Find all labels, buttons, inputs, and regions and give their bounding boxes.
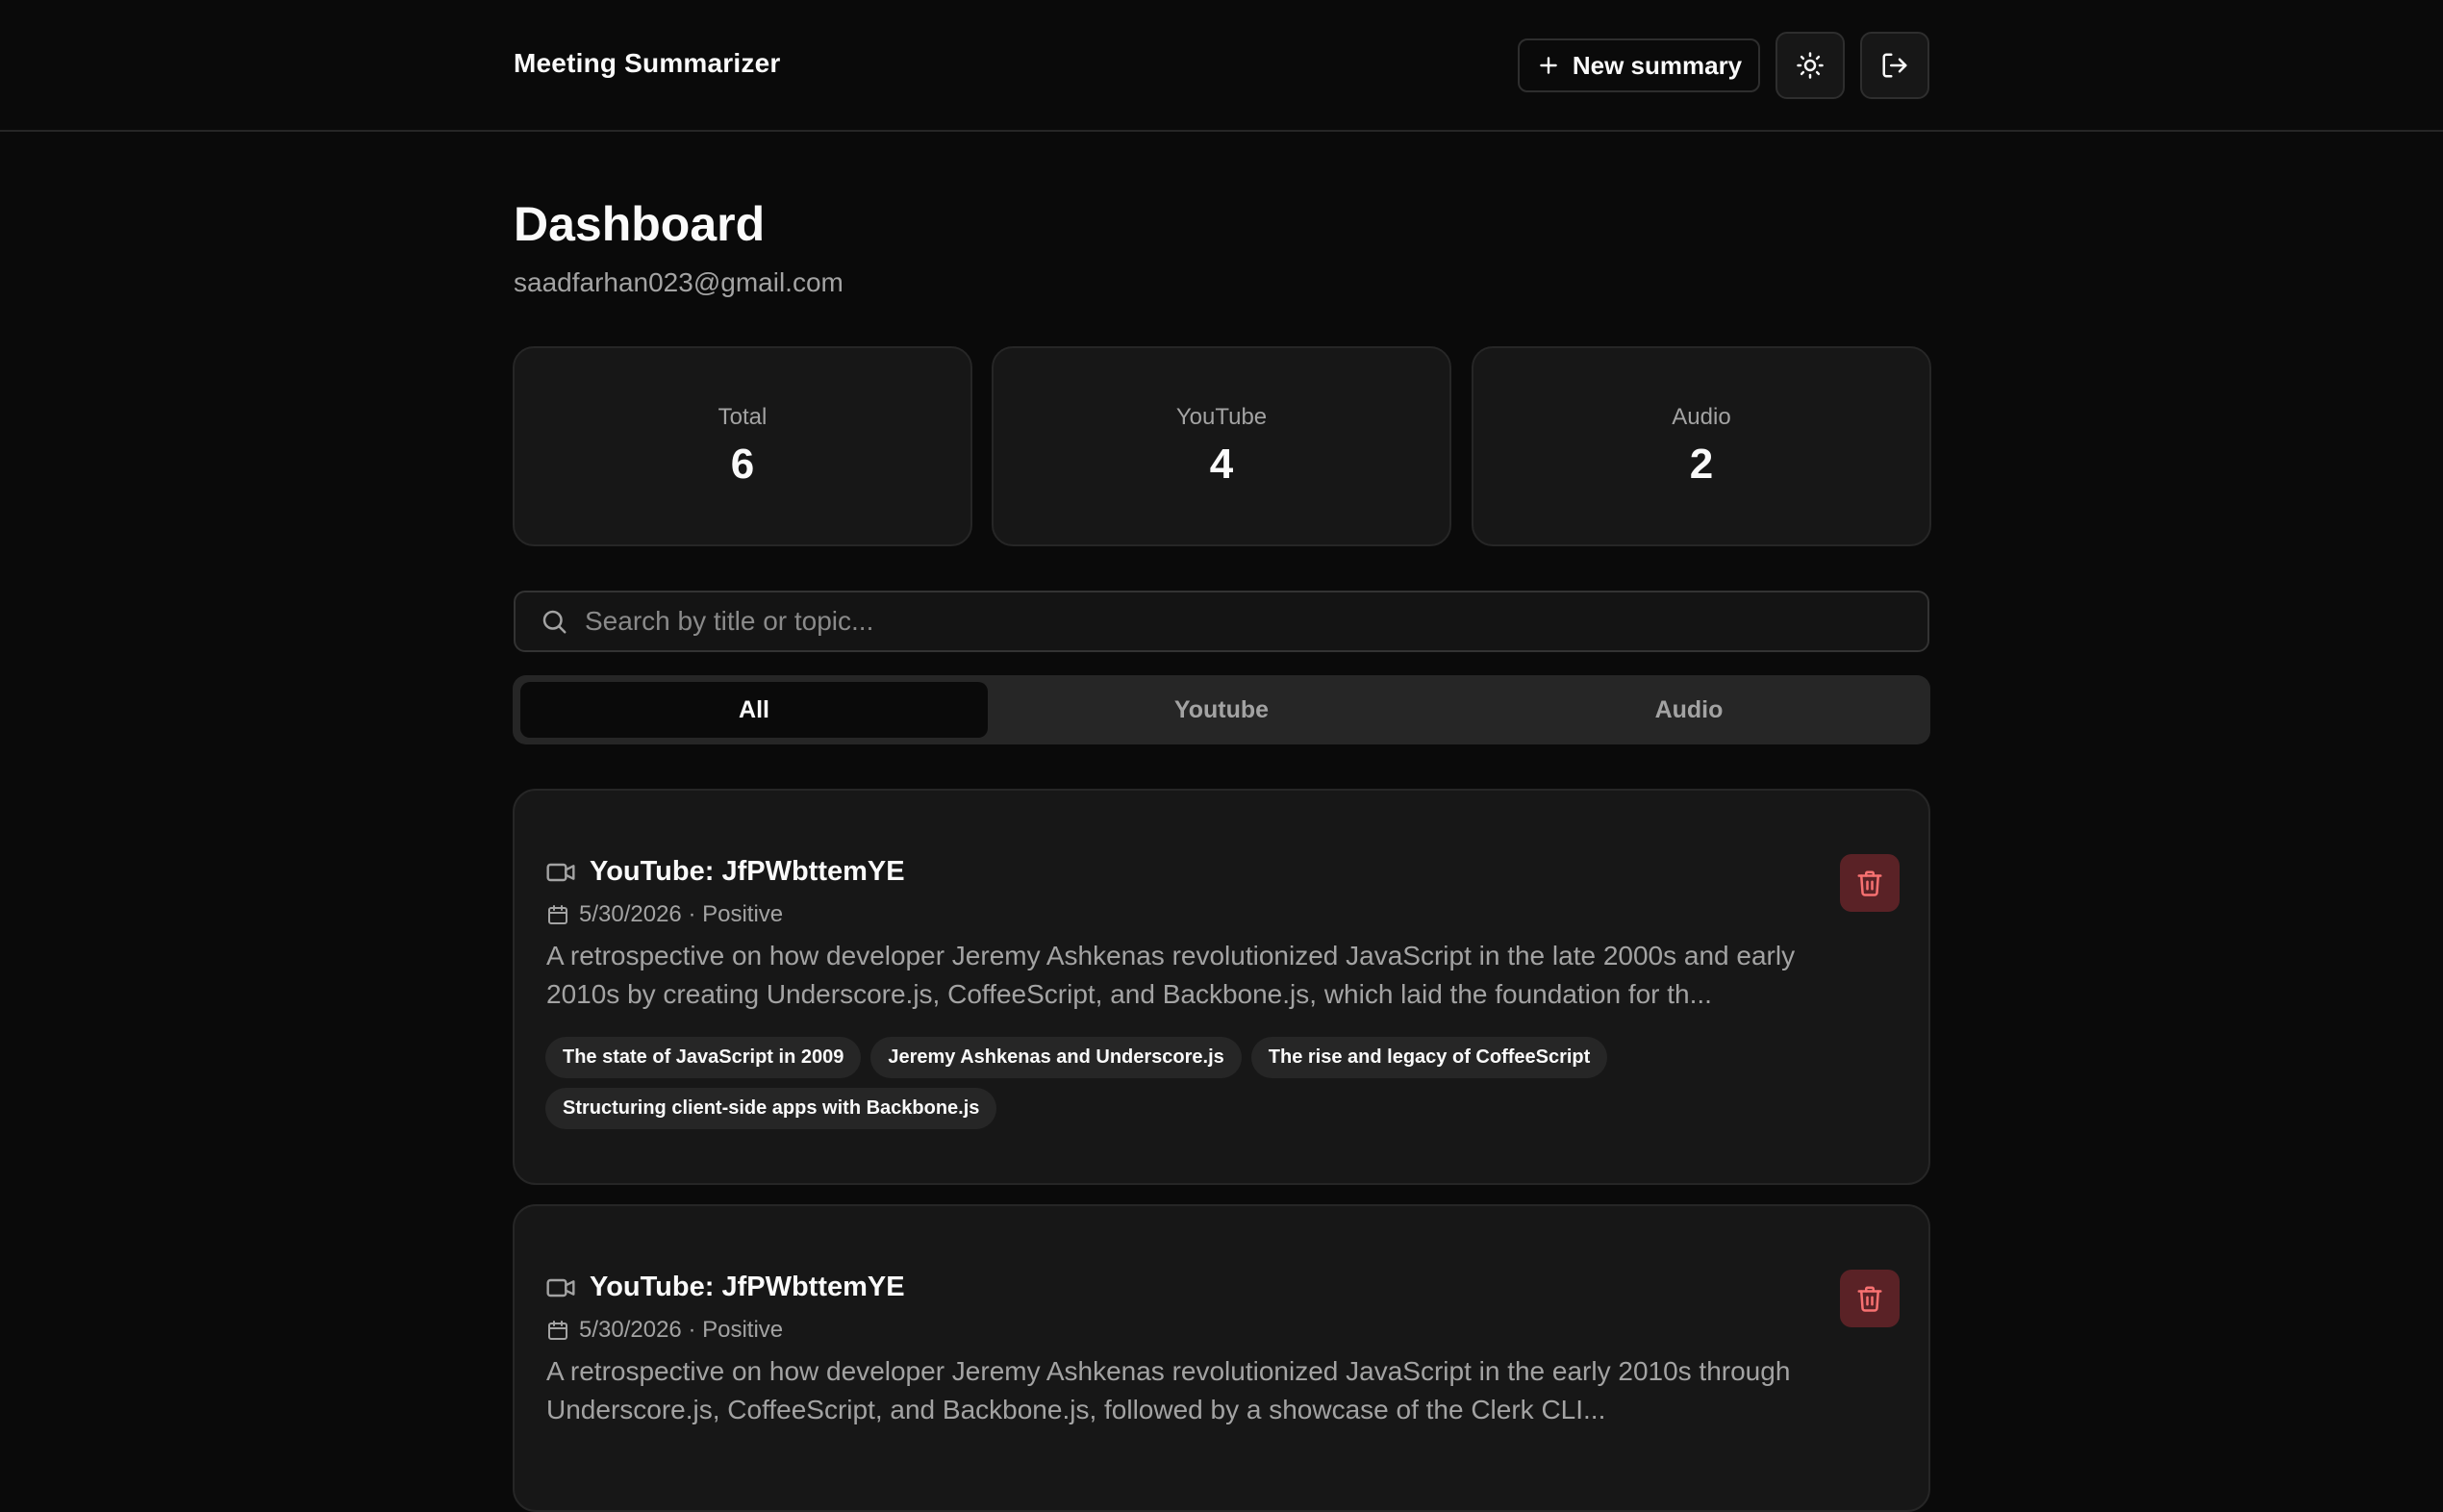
stat-value: 6: [730, 441, 755, 488]
summary-meta: 5/30/2026 · Positive: [546, 1317, 783, 1344]
stat-label: Total: [718, 404, 768, 430]
new-summary-button[interactable]: New summary: [1518, 38, 1760, 92]
search-bar[interactable]: [514, 591, 1929, 652]
topic-tag: The state of JavaScript in 2009: [545, 1037, 862, 1078]
summary-meta: 5/30/2026 · Positive: [546, 901, 783, 928]
summary-text: A retrospective on how developer Jeremy …: [546, 941, 1796, 1009]
topic-tags: The state of JavaScript in 2009 Jeremy A…: [545, 1037, 1700, 1129]
search-icon: [539, 606, 569, 637]
theme-toggle-button[interactable]: [1776, 32, 1845, 99]
topic-tag: The rise and legacy of CoffeeScript: [1250, 1037, 1608, 1078]
tab-audio[interactable]: Audio: [1455, 682, 1923, 738]
stat-label: YouTube: [1175, 404, 1268, 430]
summary-date-sentiment: 5/30/2026 · Positive: [579, 1317, 784, 1343]
summary-card[interactable]: YouTube: JfPWbttemYE 5/30/2026 · Positiv…: [513, 1204, 1930, 1512]
user-email: saadfarhan023@gmail.com: [514, 267, 844, 297]
calendar-icon: [548, 905, 567, 924]
app-brand[interactable]: Meeting Summarizer: [514, 48, 780, 79]
stat-card-total: Total 6: [513, 346, 972, 546]
filter-tabs: All Youtube Audio: [513, 675, 1930, 744]
sun-icon: [1797, 52, 1824, 79]
tab-all[interactable]: All: [520, 682, 988, 738]
logout-icon: [1882, 53, 1907, 78]
plus-icon: [1540, 57, 1557, 74]
stat-label: Audio: [1672, 404, 1731, 430]
top-header: Meeting Summarizer New summary: [0, 0, 2443, 132]
stat-card-youtube: YouTube 4: [992, 346, 1451, 546]
summary-title[interactable]: YouTube: JfPWbttemYE: [590, 856, 905, 888]
calendar-icon: [548, 1321, 567, 1340]
delete-button[interactable]: [1840, 854, 1900, 912]
summary-text: A retrospective on how developer Jeremy …: [546, 1356, 1791, 1424]
summary-title-row: YouTube: JfPWbttemYE: [545, 1272, 905, 1303]
new-summary-label: New summary: [1572, 50, 1743, 80]
topic-tag: Structuring client-side apps with Backbo…: [545, 1088, 997, 1129]
video-icon: [546, 863, 575, 881]
video-icon: [546, 1278, 575, 1297]
search-input[interactable]: [585, 592, 1927, 650]
topic-tag: Jeremy Ashkenas and Underscore.js: [870, 1037, 1242, 1078]
trash-icon: [1857, 1286, 1882, 1312]
stat-value: 2: [1689, 441, 1714, 488]
delete-button[interactable]: [1840, 1270, 1900, 1327]
logout-button[interactable]: [1860, 32, 1929, 99]
summary-title[interactable]: YouTube: JfPWbttemYE: [590, 1272, 905, 1303]
stat-card-audio: Audio 2: [1472, 346, 1931, 546]
summary-date-sentiment: 5/30/2026 · Positive: [579, 901, 784, 927]
summary-title-row: YouTube: JfPWbttemYE: [545, 856, 905, 888]
tab-youtube[interactable]: Youtube: [988, 682, 1455, 738]
stat-value: 4: [1209, 441, 1234, 488]
summary-card[interactable]: YouTube: JfPWbttemYE 5/30/2026 · Positiv…: [513, 789, 1930, 1185]
trash-icon: [1857, 870, 1882, 896]
page-title: Dashboard: [514, 197, 766, 251]
